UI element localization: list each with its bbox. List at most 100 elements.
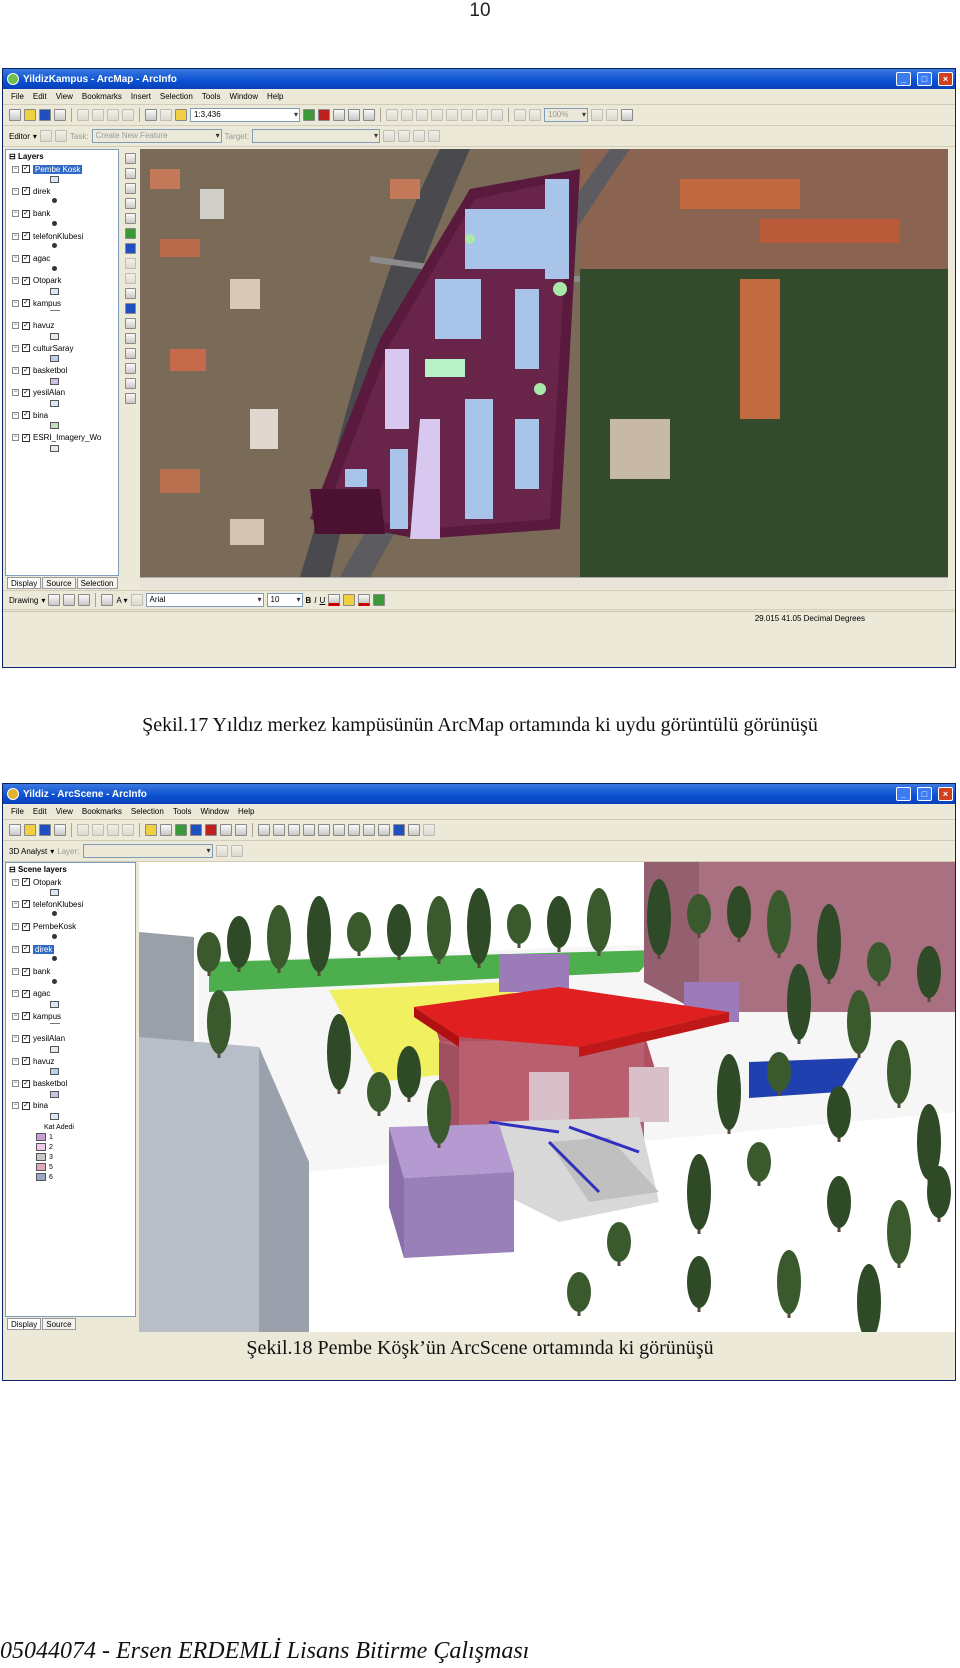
- drawing-dropdown-icon[interactable]: ▾: [41, 596, 45, 605]
- rotate-tool-icon[interactable]: [398, 130, 411, 142]
- scene-help-icon[interactable]: [235, 824, 247, 836]
- bold-button[interactable]: B: [306, 596, 312, 605]
- scene-paste-icon[interactable]: [107, 824, 119, 836]
- editor-toolbar-icon[interactable]: [303, 109, 315, 121]
- expand-collapse-icon[interactable]: −: [12, 1057, 19, 1065]
- fixed-zoom-out-tool-icon[interactable]: [124, 213, 136, 224]
- scene-new-icon[interactable]: [9, 824, 21, 836]
- fill-color-icon[interactable]: [343, 594, 356, 606]
- edit-vertices-icon[interactable]: [130, 594, 143, 606]
- scene-zoom-in-out-icon[interactable]: [333, 824, 345, 836]
- scene-full-extent-icon[interactable]: [363, 824, 375, 836]
- zoom-out-icon[interactable]: [124, 168, 136, 179]
- 3d-analyst-dropdown-icon[interactable]: ▾: [50, 847, 54, 856]
- scene-minimize-button[interactable]: _: [896, 787, 911, 801]
- back-icon[interactable]: [124, 243, 136, 254]
- create-contours-icon[interactable]: [215, 845, 228, 857]
- scene-menu-selection[interactable]: Selection: [131, 807, 164, 816]
- new-icon[interactable]: [9, 109, 21, 121]
- arctoolbox-icon[interactable]: [318, 109, 330, 121]
- scene-maximize-button[interactable]: □: [917, 787, 932, 801]
- layer-visibility-checkbox[interactable]: ✓: [22, 187, 30, 196]
- focus-frame-icon[interactable]: [606, 109, 618, 121]
- find-icon[interactable]: [124, 318, 136, 329]
- task-select[interactable]: Create New Feature: [91, 129, 222, 143]
- expand-collapse-icon[interactable]: −: [12, 165, 19, 173]
- arcmap-layer-basketbol[interactable]: − ✓ basketbol: [6, 365, 118, 387]
- menu-help[interactable]: Help: [267, 92, 283, 101]
- scene-pan-icon[interactable]: [348, 824, 360, 836]
- select-elements-arrow-icon[interactable]: [48, 594, 61, 606]
- expand-collapse-icon[interactable]: −: [12, 277, 19, 285]
- font-select[interactable]: Arial: [145, 593, 264, 607]
- fixed-zoom-icon[interactable]: [124, 198, 136, 209]
- forward-icon[interactable]: [124, 258, 136, 269]
- expand-collapse-icon[interactable]: −: [12, 187, 19, 195]
- arcscene-layer-agac[interactable]: − ✓ agac: [6, 988, 135, 1010]
- scene-add-data-icon[interactable]: [145, 824, 157, 836]
- expand-collapse-icon[interactable]: −: [12, 990, 19, 998]
- paste-icon[interactable]: [107, 109, 119, 121]
- zoom-whole-page-icon[interactable]: [446, 109, 458, 121]
- expand-collapse-icon[interactable]: −: [12, 968, 19, 976]
- set-observer-icon[interactable]: [318, 824, 330, 836]
- scene-properties-icon[interactable]: [160, 824, 172, 836]
- open-icon[interactable]: [24, 109, 36, 121]
- arcmap-layer-otopark[interactable]: − ✓ Otopark: [6, 275, 118, 297]
- model-builder-icon[interactable]: [348, 109, 360, 121]
- layer-visibility-checkbox[interactable]: ✓: [22, 1012, 30, 1021]
- italic-button[interactable]: I: [314, 596, 316, 605]
- change-layout-icon[interactable]: [621, 109, 633, 121]
- rotate-element-icon[interactable]: [63, 594, 76, 606]
- arcscene-layer-bina[interactable]: − ✓ bina: [6, 1100, 135, 1122]
- layer-visibility-checkbox[interactable]: ✓: [22, 1079, 30, 1088]
- layer-visibility-checkbox[interactable]: ✓: [22, 209, 30, 218]
- line-color-icon[interactable]: [358, 594, 371, 606]
- scene-open-icon[interactable]: [24, 824, 36, 836]
- steepest-path-icon[interactable]: [230, 845, 243, 857]
- menu-tools[interactable]: Tools: [202, 92, 221, 101]
- scene-select-icon[interactable]: [378, 824, 390, 836]
- arcscene-layer-basketbol[interactable]: − ✓ basketbol: [6, 1078, 135, 1100]
- cut-icon[interactable]: [77, 109, 89, 121]
- expand-collapse-icon[interactable]: −: [12, 923, 19, 931]
- print-icon[interactable]: [54, 109, 66, 121]
- close-button[interactable]: ×: [938, 72, 953, 86]
- arcscene-layer-otopark[interactable]: − ✓ Otopark: [6, 876, 135, 898]
- arccatalog-icon[interactable]: [175, 824, 187, 836]
- layer-visibility-checkbox[interactable]: ✓: [22, 989, 30, 998]
- layer-visibility-checkbox[interactable]: ✓: [22, 366, 30, 375]
- expand-collapse-icon[interactable]: −: [12, 232, 19, 240]
- expand-collapse-icon[interactable]: −: [12, 1035, 19, 1043]
- layer-visibility-checkbox[interactable]: ✓: [22, 1101, 30, 1110]
- scene-cut-icon[interactable]: [77, 824, 89, 836]
- attributes-icon[interactable]: [413, 130, 426, 142]
- menu-insert[interactable]: Insert: [131, 92, 151, 101]
- layer-visibility-checkbox[interactable]: ✓: [22, 945, 30, 954]
- expand-collapse-icon[interactable]: −: [12, 1102, 19, 1110]
- arcscene-layer-telefonklubesi[interactable]: − ✓ telefonKlubesi: [6, 898, 135, 920]
- maximize-button[interactable]: □: [917, 72, 932, 86]
- identify-icon[interactable]: [124, 303, 136, 314]
- 3d-analyst-menu[interactable]: 3D Analyst: [9, 847, 47, 856]
- marker-color-icon[interactable]: [373, 594, 386, 606]
- expand-collapse-icon[interactable]: −: [12, 945, 19, 953]
- expand-collapse-icon[interactable]: −: [12, 878, 19, 886]
- layer-visibility-checkbox[interactable]: ✓: [22, 900, 30, 909]
- save-icon[interactable]: [39, 109, 51, 121]
- arcmap-layer-pembe-kosk[interactable]: − ✓ Pembe Kosk: [6, 163, 118, 185]
- scene-globe-icon[interactable]: [190, 824, 202, 836]
- layer-visibility-checkbox[interactable]: ✓: [22, 344, 30, 353]
- command-line-icon[interactable]: [333, 109, 345, 121]
- editor-dropdown-icon[interactable]: ▾: [33, 132, 37, 141]
- sketch-tool-icon[interactable]: [54, 130, 67, 142]
- menu-file[interactable]: File: [11, 92, 24, 101]
- minimize-button[interactable]: _: [896, 72, 911, 86]
- measure-icon[interactable]: [124, 348, 136, 359]
- zoom-to-target-icon[interactable]: [303, 824, 315, 836]
- scene-toolbox-icon[interactable]: [205, 824, 217, 836]
- text-tool-icon[interactable]: A ▾: [116, 596, 127, 605]
- scene-tab-display[interactable]: Display: [7, 1318, 42, 1330]
- hyperlink-icon[interactable]: [124, 363, 136, 374]
- scene-identify-icon[interactable]: [393, 824, 405, 836]
